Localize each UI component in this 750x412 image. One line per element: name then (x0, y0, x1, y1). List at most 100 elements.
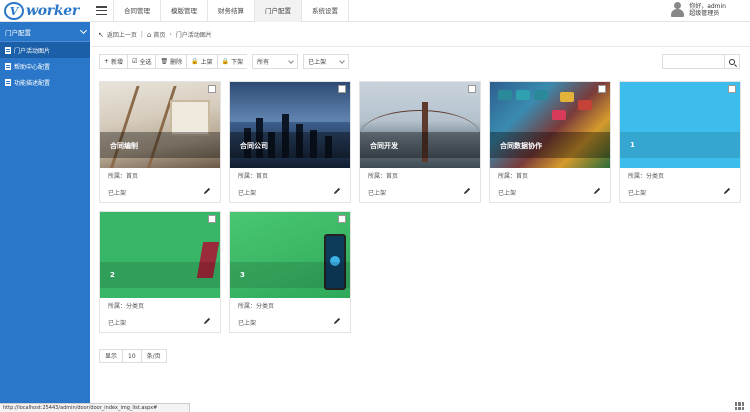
publish-button[interactable]: 🔒 上架 (186, 54, 217, 69)
card-checkbox[interactable] (728, 85, 736, 93)
status-filter-value: 已上架 (308, 59, 327, 66)
search-button[interactable] (724, 55, 739, 68)
card-status: 已上架 (368, 190, 387, 197)
publish-label: 上架 (200, 59, 213, 66)
card-status: 已上架 (238, 190, 257, 197)
logo-text: worker (26, 3, 79, 19)
card-status: 已上架 (238, 320, 257, 327)
tab-template-management[interactable]: 模版管理 (161, 0, 208, 22)
edit-pencil-icon[interactable] (462, 186, 472, 196)
edit-pencil-icon[interactable] (332, 186, 342, 196)
tab-portal-config[interactable]: 门户配置 (255, 0, 302, 22)
image-card[interactable]: 合同公司 所属：首页 已上架 (229, 81, 351, 203)
select-all-label: 全选 (139, 59, 152, 66)
tab-finance[interactable]: 财务结算 (208, 0, 255, 22)
delete-button[interactable]: 🗑 删除 (155, 54, 187, 69)
sidebar-item-portal-images[interactable]: 门户活动图片 (0, 42, 90, 58)
image-card[interactable]: 1 所属：分类页 已上架 (619, 81, 741, 203)
trash-icon: 🗑 (160, 58, 169, 65)
top-header: V worker 合同管理 模版管理 财务结算 门户配置 系统设置 你好，adm… (0, 0, 750, 22)
card-thumbnail[interactable]: 合同数据协作 (490, 82, 610, 168)
card-location: 所属：首页 (498, 173, 529, 180)
edit-pencil-icon[interactable] (332, 316, 342, 326)
image-card[interactable]: 2 所属：分类页 已上架 (99, 211, 221, 333)
position-filter-value: 所有 (257, 59, 270, 66)
checkbox-icon: ☑ (132, 58, 138, 65)
pager-per-page-label: 条/页 (140, 349, 167, 363)
card-title: 合同公司 (240, 142, 268, 150)
document-icon (5, 78, 11, 86)
card-location: 所属：首页 (108, 173, 139, 180)
card-title: 合同数据协作 (500, 142, 542, 150)
card-thumbnail[interactable]: 合同编制 (100, 82, 220, 168)
grid-icon[interactable] (735, 402, 744, 410)
document-icon (5, 62, 11, 70)
card-checkbox[interactable] (208, 85, 216, 93)
divider (90, 46, 750, 47)
edit-pencil-icon[interactable] (202, 316, 212, 326)
delete-label: 删除 (170, 59, 183, 66)
card-location: 所属：分类页 (628, 173, 665, 180)
card-checkbox[interactable] (338, 85, 346, 93)
card-thumbnail[interactable]: 1 (620, 82, 740, 168)
card-checkbox[interactable] (468, 85, 476, 93)
page-size-input[interactable]: 10 (122, 349, 141, 363)
position-filter-select[interactable]: 所有 (252, 54, 299, 69)
user-info: 你好，admin 超级管理员 (689, 3, 726, 17)
sidebar-section-header[interactable]: 门户配置 (0, 22, 90, 42)
card-status: 已上架 (498, 190, 517, 197)
lock-icon: 🔒 (191, 58, 199, 65)
top-nav: 合同管理 模版管理 财务结算 门户配置 系统设置 (113, 0, 349, 22)
sidebar-item-feature-desc[interactable]: 功能描述配置 (0, 74, 90, 90)
back-link[interactable]: 返回上一页 (107, 30, 137, 39)
card-thumbnail[interactable]: 合同开发 (360, 82, 480, 168)
card-checkbox[interactable] (598, 85, 606, 93)
image-card[interactable]: 3 所属：分类页 已上架 (229, 211, 351, 333)
unpublish-button[interactable]: 🔒 下架 (216, 54, 248, 69)
card-location: 所属：分类页 (238, 303, 275, 310)
card-thumbnail[interactable]: 3 (230, 212, 350, 298)
user-avatar-icon (671, 2, 685, 17)
sidebar-item-help-center[interactable]: 帮助中心配置 (0, 58, 90, 74)
lock-icon: 🔒 (221, 58, 230, 65)
sidebar-item-label: 帮助中心配置 (14, 63, 51, 71)
user-menu[interactable]: 你好，admin 超级管理员 (671, 2, 726, 17)
card-thumbnail[interactable]: 2 (100, 212, 220, 298)
add-label: 新增 (111, 59, 124, 66)
logo[interactable]: V worker (0, 0, 90, 22)
main-content: ↖ 返回上一页 | ⌂ 首页 › 门户活动图片 + 新增 ☑ 全选 🗑 删除 🔒 上架 … (90, 22, 750, 412)
edit-pencil-icon[interactable] (592, 186, 602, 196)
tab-system-settings[interactable]: 系统设置 (302, 0, 349, 22)
chevron-down-icon (339, 57, 345, 64)
card-title: 3 (240, 271, 245, 279)
breadcrumb-home[interactable]: 首页 (153, 30, 165, 39)
select-all-button[interactable]: ☑ 全选 (127, 54, 156, 69)
card-location: 所属：分类页 (108, 303, 145, 310)
edit-pencil-icon[interactable] (202, 186, 212, 196)
sidebar-item-label: 功能描述配置 (14, 79, 51, 87)
card-checkbox[interactable] (208, 215, 216, 223)
status-filter-select[interactable]: 已上架 (303, 54, 350, 69)
card-status: 已上架 (108, 190, 127, 197)
user-role: 超级管理员 (689, 9, 720, 17)
search-icon (729, 58, 735, 65)
card-thumbnail[interactable]: 合同公司 (230, 82, 350, 168)
image-card[interactable]: 合同开发 所属：首页 已上架 (359, 81, 481, 203)
tab-contract-management[interactable]: 合同管理 (113, 0, 161, 22)
user-greeting: 你好，admin (689, 2, 726, 10)
back-arrow-icon[interactable]: ↖ (98, 31, 104, 39)
home-icon[interactable]: ⌂ (147, 31, 151, 39)
card-checkbox[interactable] (338, 215, 346, 223)
chevron-down-icon (79, 26, 88, 34)
add-button[interactable]: + 新增 (99, 54, 128, 69)
search-input[interactable] (663, 55, 724, 68)
search-box (662, 54, 740, 69)
edit-pencil-icon[interactable] (722, 186, 732, 196)
plus-icon: + (104, 58, 110, 65)
image-card[interactable]: 合同编制 所属：首页 已上架 (99, 81, 221, 203)
image-card[interactable]: 合同数据协作 所属：首页 已上架 (489, 81, 611, 203)
pager-show-label: 显示 (99, 349, 123, 363)
menu-toggle-icon[interactable] (96, 5, 107, 16)
unpublish-label: 下架 (231, 59, 244, 66)
card-title: 合同编制 (110, 142, 138, 150)
